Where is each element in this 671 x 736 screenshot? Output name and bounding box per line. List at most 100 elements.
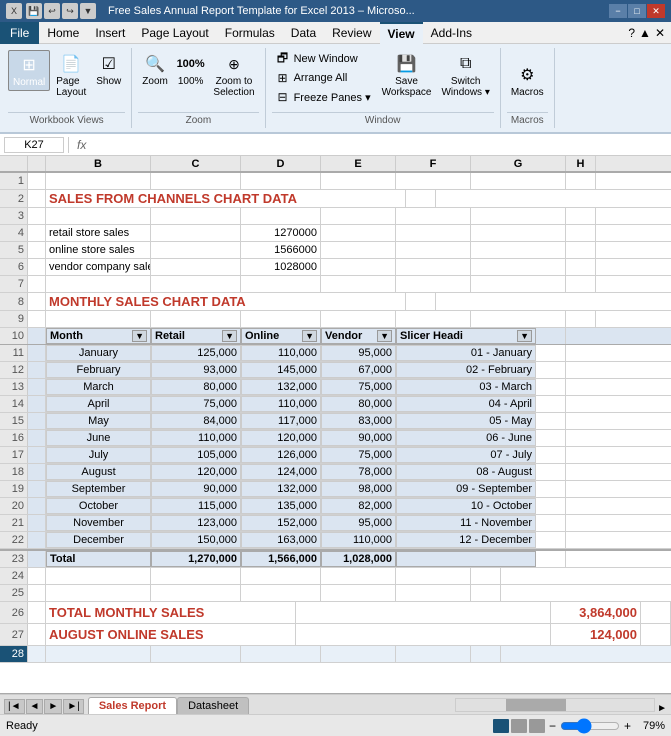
retail-filter-btn[interactable]: ▼	[222, 330, 237, 342]
cell-12-a[interactable]	[28, 362, 46, 378]
cell-15-online[interactable]: 117,000	[241, 413, 321, 429]
cell-4-a[interactable]	[28, 225, 46, 241]
cell-1-h[interactable]	[566, 173, 596, 189]
vendor-filter-btn[interactable]: ▼	[377, 330, 392, 342]
cell-18-online[interactable]: 124,000	[241, 464, 321, 480]
cell-3-a[interactable]	[28, 208, 46, 224]
sheet-tab-datasheet[interactable]: Datasheet	[177, 697, 249, 714]
menu-page-layout[interactable]: Page Layout	[133, 22, 216, 44]
cell-6-d[interactable]: 1028000	[241, 259, 321, 275]
cell-1-c[interactable]	[151, 173, 241, 189]
cell-16-slicer[interactable]: 06 - June	[396, 430, 536, 446]
cell-14-h[interactable]	[536, 396, 566, 412]
cell-25-a[interactable]	[28, 585, 46, 601]
minimize-btn[interactable]: −	[609, 4, 627, 18]
cell-19-vendor[interactable]: 98,000	[321, 481, 396, 497]
cell-9-e[interactable]	[321, 311, 396, 327]
cell-25-f[interactable]	[396, 585, 471, 601]
cell-25-d[interactable]	[241, 585, 321, 601]
cell-22-vendor[interactable]: 110,000	[321, 532, 396, 548]
cell-8-a[interactable]	[28, 293, 46, 310]
cell-13-retail[interactable]: 80,000	[151, 379, 241, 395]
cell-4-b[interactable]: retail store sales	[46, 225, 151, 241]
cell-10-c[interactable]: Retail ▼	[151, 328, 241, 344]
cell-9-f[interactable]	[396, 311, 471, 327]
cell-22-month[interactable]: December	[46, 532, 151, 548]
cell-13-slicer[interactable]: 03 - March	[396, 379, 536, 395]
menu-file[interactable]: File	[0, 22, 39, 44]
cell-19-h[interactable]	[536, 481, 566, 497]
cell-7-e[interactable]	[321, 276, 396, 292]
online-filter-btn[interactable]: ▼	[302, 330, 317, 342]
sheet-nav-next[interactable]: ►	[44, 699, 62, 714]
btn-zoom-selection[interactable]: ⊕ Zoom toSelection	[209, 50, 258, 100]
cell-22-h[interactable]	[536, 532, 566, 548]
btn-page-layout[interactable]: 📄 PageLayout	[52, 50, 90, 100]
cell-7-d[interactable]	[241, 276, 321, 292]
formula-input[interactable]	[94, 138, 667, 152]
cell-5-b[interactable]: online store sales	[46, 242, 151, 258]
cell-15-month[interactable]: May	[46, 413, 151, 429]
menu-addins[interactable]: Add-Ins	[423, 22, 480, 44]
cell-6-b[interactable]: vendor company sales	[46, 259, 151, 275]
menu-insert[interactable]: Insert	[87, 22, 133, 44]
scrollbar-horizontal[interactable]	[455, 698, 655, 712]
cell-2-h[interactable]	[406, 190, 436, 207]
cell-1-f[interactable]	[396, 173, 471, 189]
cell-11-vendor[interactable]: 95,000	[321, 345, 396, 361]
cell-22-online[interactable]: 163,000	[241, 532, 321, 548]
cell-27-a[interactable]	[28, 624, 46, 645]
cell-18-month[interactable]: August	[46, 464, 151, 480]
cell-9-h[interactable]	[566, 311, 596, 327]
cell-24-f[interactable]	[396, 568, 471, 584]
cell-26-total[interactable]: 3,864,000	[551, 602, 641, 623]
cell-7-h[interactable]	[566, 276, 596, 292]
cell-1-a[interactable]	[28, 173, 46, 189]
cell-24-a[interactable]	[28, 568, 46, 584]
cell-3-c[interactable]	[151, 208, 241, 224]
cell-21-vendor[interactable]: 95,000	[321, 515, 396, 531]
cell-19-month[interactable]: September	[46, 481, 151, 497]
col-header-h[interactable]: H	[566, 156, 596, 171]
cell-18-a[interactable]	[28, 464, 46, 480]
scroll-area[interactable]: 1 2 SALES FROM CHANNELS CHART DATA 3	[0, 173, 671, 693]
month-filter-btn[interactable]: ▼	[132, 330, 147, 342]
cell-16-vendor[interactable]: 90,000	[321, 430, 396, 446]
cell-17-h[interactable]	[536, 447, 566, 463]
cell-10-a[interactable]	[28, 328, 46, 344]
restore-btn[interactable]: □	[628, 4, 646, 18]
cell-3-h[interactable]	[566, 208, 596, 224]
cell-20-h[interactable]	[536, 498, 566, 514]
cell-26-spacer[interactable]	[296, 602, 551, 623]
cell-12-h[interactable]	[536, 362, 566, 378]
cell-24-d[interactable]	[241, 568, 321, 584]
cell-8-b[interactable]: MONTHLY SALES CHART DATA	[46, 293, 406, 310]
menu-home[interactable]: Home	[39, 22, 87, 44]
cell-3-f[interactable]	[396, 208, 471, 224]
sheet-nav-prev[interactable]: ◄	[26, 699, 44, 714]
cell-15-vendor[interactable]: 83,000	[321, 413, 396, 429]
cell-15-h[interactable]	[536, 413, 566, 429]
cell-6-a[interactable]	[28, 259, 46, 275]
cell-20-vendor[interactable]: 82,000	[321, 498, 396, 514]
cell-14-vendor[interactable]: 80,000	[321, 396, 396, 412]
cell-22-a[interactable]	[28, 532, 46, 548]
cell-13-h[interactable]	[536, 379, 566, 395]
cell-25-b[interactable]	[46, 585, 151, 601]
cell-10-b[interactable]: Month ▼	[46, 328, 151, 344]
cell-5-h[interactable]	[566, 242, 596, 258]
cell-19-retail[interactable]: 90,000	[151, 481, 241, 497]
cell-17-slicer[interactable]: 07 - July	[396, 447, 536, 463]
cell-10-e[interactable]: Vendor ▼	[321, 328, 396, 344]
btn-freeze-panes[interactable]: ⊟ Freeze Panes ▾	[272, 88, 374, 106]
cell-11-online[interactable]: 110,000	[241, 345, 321, 361]
cell-12-month[interactable]: February	[46, 362, 151, 378]
cell-25-c[interactable]	[151, 585, 241, 601]
cell-27-h[interactable]	[641, 624, 671, 645]
btn-normal[interactable]: ⊞ Normal	[8, 50, 50, 91]
cell-21-retail[interactable]: 123,000	[151, 515, 241, 531]
cell-26-a[interactable]	[28, 602, 46, 623]
cell-23-b[interactable]: Total	[46, 551, 151, 567]
cell-9-d[interactable]	[241, 311, 321, 327]
cell-18-retail[interactable]: 120,000	[151, 464, 241, 480]
